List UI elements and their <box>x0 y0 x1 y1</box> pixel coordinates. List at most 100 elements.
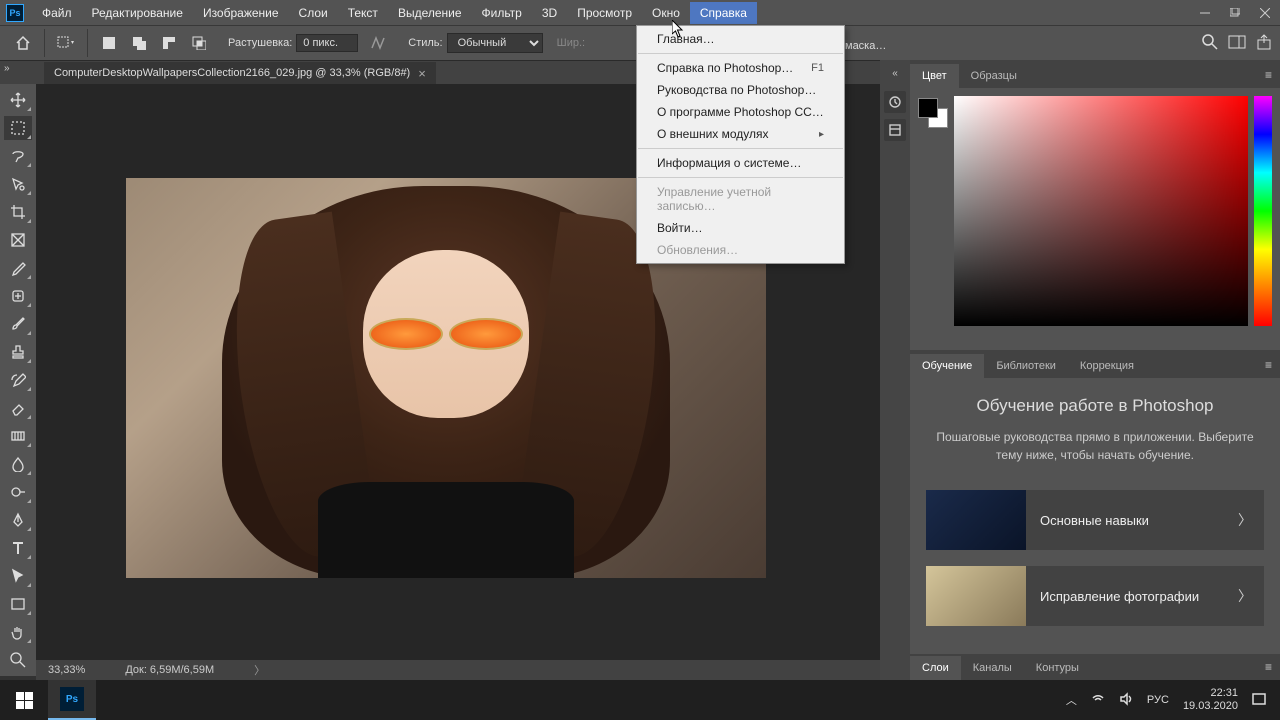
help-dropdown: Главная… Справка по Photoshop…F1 Руковод… <box>636 25 845 264</box>
maximize-button[interactable] <box>1220 0 1250 25</box>
add-selection-icon[interactable] <box>128 32 150 54</box>
learn-card-basics[interactable]: Основные навыки 〉 <box>926 490 1264 550</box>
expand-panels-icon[interactable]: « <box>892 68 898 79</box>
tool-path-select[interactable] <box>4 564 32 588</box>
panel-menu-icon[interactable]: ≡ <box>1257 654 1280 680</box>
color-spectrum[interactable] <box>954 96 1248 326</box>
tab-channels[interactable]: Каналы <box>961 656 1024 680</box>
menu-text[interactable]: Текст <box>338 2 388 24</box>
dd-plugins[interactable]: О внешних модулях▸ <box>637 123 844 145</box>
home-icon[interactable] <box>12 32 34 54</box>
tab-adjustments[interactable]: Коррекция <box>1068 354 1146 378</box>
dd-separator <box>638 177 843 178</box>
ps-logo: Ps <box>6 4 24 22</box>
tab-paths[interactable]: Контуры <box>1024 656 1091 680</box>
document-tab[interactable]: ComputerDesktopWallpapersCollection2166_… <box>44 62 436 84</box>
tool-type[interactable] <box>4 536 32 560</box>
tool-frame[interactable] <box>4 228 32 252</box>
tray-clock[interactable]: 22:31 19.03.2020 <box>1183 687 1238 712</box>
new-selection-icon[interactable] <box>98 32 120 54</box>
learn-card-retouch[interactable]: Исправление фотографии 〉 <box>926 566 1264 626</box>
learn-panel-tabs: Обучение Библиотеки Коррекция ≡ <box>910 350 1280 378</box>
menu-window[interactable]: Окно <box>642 2 690 24</box>
panel-menu-icon[interactable]: ≡ <box>1257 352 1280 378</box>
tool-quick-select[interactable] <box>4 172 32 196</box>
tab-libraries[interactable]: Библиотеки <box>984 354 1068 378</box>
tool-hand[interactable] <box>4 620 32 644</box>
antialias-icon[interactable] <box>368 32 390 54</box>
dd-home[interactable]: Главная… <box>637 28 844 50</box>
minimize-button[interactable] <box>1190 0 1220 25</box>
tool-heal[interactable] <box>4 284 32 308</box>
feather-input[interactable] <box>296 34 358 52</box>
panel-menu-icon[interactable]: ≡ <box>1257 62 1280 88</box>
volume-icon[interactable] <box>1119 692 1133 709</box>
learn-panel: Обучение работе в Photoshop Пошаговые ру… <box>910 378 1280 654</box>
menu-3d[interactable]: 3D <box>532 2 567 24</box>
tool-crop[interactable] <box>4 200 32 224</box>
hue-slider[interactable] <box>1254 96 1272 326</box>
dd-separator <box>638 148 843 149</box>
tool-marquee[interactable] <box>4 116 32 140</box>
zoom-readout[interactable]: 33,33% <box>48 664 85 676</box>
mask-label-peek: маска… <box>845 40 886 52</box>
tab-color[interactable]: Цвет <box>910 64 959 88</box>
tool-blur[interactable] <box>4 452 32 476</box>
chevron-right-icon: 〉 <box>1238 510 1252 530</box>
foreground-swatch[interactable] <box>918 98 938 118</box>
tool-lasso[interactable] <box>4 144 32 168</box>
tool-gradient[interactable] <box>4 424 32 448</box>
dd-tutorials[interactable]: Руководства по Photoshop… <box>637 79 844 101</box>
status-chevron-icon[interactable]: 〉 <box>254 662 265 678</box>
tool-eyedropper[interactable] <box>4 256 32 280</box>
tab-learn[interactable]: Обучение <box>910 354 984 378</box>
menu-image[interactable]: Изображение <box>193 2 289 24</box>
style-select[interactable]: Обычный <box>447 33 543 53</box>
tab-layers[interactable]: Слои <box>910 656 961 680</box>
dd-signin[interactable]: Войти… <box>637 217 844 239</box>
dd-sysinfo[interactable]: Информация о системе… <box>637 152 844 174</box>
notifications-icon[interactable] <box>1252 692 1266 709</box>
tool-history-brush[interactable] <box>4 368 32 392</box>
history-panel-icon[interactable] <box>884 91 906 113</box>
intersect-selection-icon[interactable] <box>188 32 210 54</box>
doc-size-readout[interactable]: Док: 6,59M/6,59M <box>125 664 214 676</box>
tool-brush[interactable] <box>4 312 32 336</box>
tool-zoom[interactable] <box>4 648 32 672</box>
tool-preset-dropdown[interactable] <box>55 32 77 54</box>
menu-file[interactable]: Файл <box>32 2 82 24</box>
share-icon[interactable] <box>1256 34 1272 53</box>
wifi-icon[interactable] <box>1091 692 1105 709</box>
tool-shape[interactable] <box>4 592 32 616</box>
tray-chevron-icon[interactable]: ︿ <box>1066 692 1077 708</box>
workspace-icon[interactable] <box>1228 35 1246 52</box>
tool-eraser[interactable] <box>4 396 32 420</box>
menu-help[interactable]: Справка <box>690 2 757 24</box>
layers-panel-tabs: Слои Каналы Контуры ≡ <box>910 654 1280 680</box>
tab-swatches[interactable]: Образцы <box>959 64 1029 88</box>
menu-view[interactable]: Просмотр <box>567 2 642 24</box>
search-icon[interactable] <box>1202 34 1218 53</box>
tool-dodge[interactable] <box>4 480 32 504</box>
close-button[interactable] <box>1250 0 1280 25</box>
menu-edit[interactable]: Редактирование <box>82 2 193 24</box>
language-indicator[interactable]: РУС <box>1147 694 1169 706</box>
chevron-right-icon: 〉 <box>1238 586 1252 606</box>
subtract-selection-icon[interactable] <box>158 32 180 54</box>
dd-about[interactable]: О программе Photoshop CC… <box>637 101 844 123</box>
menu-select[interactable]: Выделение <box>388 2 472 24</box>
card-thumb <box>926 490 1026 550</box>
properties-panel-icon[interactable] <box>884 119 906 141</box>
card-thumb <box>926 566 1026 626</box>
taskbar-photoshop[interactable]: Ps <box>48 680 96 720</box>
expand-tabs-icon[interactable]: » <box>4 63 10 74</box>
start-button[interactable] <box>0 680 48 720</box>
tool-move[interactable] <box>4 88 32 112</box>
close-tab-icon[interactable]: × <box>418 66 426 81</box>
dd-ps-help[interactable]: Справка по Photoshop…F1 <box>637 57 844 79</box>
menu-layers[interactable]: Слои <box>289 2 338 24</box>
tool-pen[interactable] <box>4 508 32 532</box>
tool-stamp[interactable] <box>4 340 32 364</box>
fg-bg-swatches[interactable] <box>918 98 948 128</box>
menu-filter[interactable]: Фильтр <box>472 2 532 24</box>
